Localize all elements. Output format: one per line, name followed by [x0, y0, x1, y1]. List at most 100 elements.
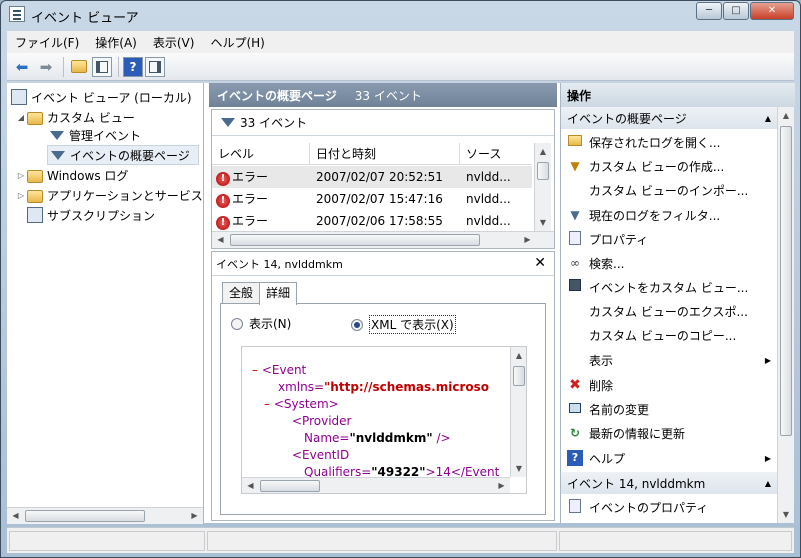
- actions-pane: 操作 イベントの概要ページ ▲ 保存されたログを開く... ▼ カスタム ビューの…: [560, 83, 795, 523]
- submenu-arrow-icon: ▶: [764, 453, 771, 463]
- action-label: 保存されたログを開く...: [589, 135, 721, 150]
- expanded-arrow-icon[interactable]: ◢: [15, 113, 27, 122]
- scroll-down-icon[interactable]: ▼: [535, 214, 551, 231]
- tree-item-admin-events[interactable]: 管理イベント: [49, 125, 141, 145]
- scroll-thumb[interactable]: [537, 162, 549, 180]
- scroll-up-icon[interactable]: ▲: [778, 107, 794, 124]
- folder-icon: [27, 169, 43, 183]
- radio-friendly-view[interactable]: 表示(N): [231, 315, 291, 332]
- event-detail-panel: イベント 14, nvlddmkm ✕ 全般 詳細 表示(N) XML で表示(…: [211, 251, 555, 521]
- tree-item-custom-views[interactable]: ◢ カスタム ビュー: [15, 107, 135, 127]
- xml-view[interactable]: – <Event xmlns="http://schemas.microso –…: [241, 346, 527, 494]
- action-filter-current-log[interactable]: ▼ 現在のログをフィルタ...: [561, 203, 777, 227]
- action-label: プロパティ: [589, 232, 649, 247]
- close-detail-icon[interactable]: ✕: [534, 255, 546, 271]
- action-export-custom-view[interactable]: カスタム ビューのエクスポ...: [561, 299, 777, 323]
- table-row[interactable]: ! エラー 2007/02/07 15:47:16 nvldd...: [212, 188, 532, 210]
- collapse-up-icon[interactable]: ▲: [765, 114, 771, 123]
- tree-item-root[interactable]: イベント ビューア (ローカル): [11, 87, 192, 107]
- xml-vertical-scrollbar[interactable]: ▲ ▼: [510, 347, 526, 477]
- tree-item-subscriptions[interactable]: サブスクリプション: [27, 205, 155, 225]
- scroll-right-icon[interactable]: ▶: [493, 478, 510, 493]
- help-icon[interactable]: ?: [123, 56, 143, 77]
- table-row[interactable]: ! エラー 2007/02/06 17:58:55 nvldd...: [212, 210, 532, 232]
- title-bar[interactable]: イベント ビューア ─ □ ✕: [1, 1, 800, 29]
- table-row[interactable]: ! エラー 2007/02/07 20:52:51 nvldd...: [212, 166, 532, 188]
- action-save-events-custom-view[interactable]: イベントをカスタム ビュー...: [561, 275, 777, 299]
- column-datetime[interactable]: 日付と時刻: [310, 143, 460, 164]
- folder-icon: [27, 111, 43, 125]
- scroll-down-icon[interactable]: ▼: [778, 506, 794, 523]
- menu-view[interactable]: 表示(V): [145, 34, 203, 51]
- scroll-right-icon[interactable]: ▶: [519, 232, 536, 248]
- tree-horizontal-scrollbar[interactable]: ◀ ▶: [7, 507, 203, 524]
- cell-datetime: 2007/02/07 15:47:16: [316, 192, 443, 206]
- action-find[interactable]: ∞ 検索...: [561, 251, 777, 275]
- scroll-up-icon[interactable]: ▲: [511, 347, 526, 364]
- filter-bar: 33 イベント: [212, 110, 554, 136]
- scroll-right-icon[interactable]: ▶: [186, 508, 203, 524]
- action-create-custom-view[interactable]: ▼ カスタム ビューの作成...: [561, 154, 777, 178]
- scroll-left-icon[interactable]: ◀: [7, 508, 24, 524]
- radio-xml-view[interactable]: XML で表示(X): [351, 315, 456, 334]
- actions-section-summary[interactable]: イベントの概要ページ ▲: [561, 107, 777, 129]
- menu-action[interactable]: 操作(A): [87, 34, 145, 51]
- subscriptions-icon: [27, 207, 43, 223]
- scroll-thumb[interactable]: [780, 126, 792, 436]
- column-level[interactable]: レベル: [212, 143, 310, 164]
- status-cell: [559, 531, 792, 551]
- forward-arrow-icon[interactable]: ➡: [35, 56, 57, 78]
- collapse-up-icon[interactable]: ▲: [765, 479, 771, 488]
- minimize-button[interactable]: ─: [696, 2, 722, 20]
- tab-general[interactable]: 全般: [222, 282, 261, 304]
- scroll-thumb[interactable]: [25, 510, 145, 522]
- close-button[interactable]: ✕: [750, 2, 794, 20]
- action-delete[interactable]: ✖ 削除: [561, 373, 777, 397]
- action-import-custom-view[interactable]: カスタム ビューのインポー...: [561, 178, 777, 202]
- xml-horizontal-scrollbar[interactable]: ◀ ▶: [242, 477, 510, 493]
- collapse-toggle[interactable]: –: [264, 397, 270, 411]
- scroll-up-icon[interactable]: ▲: [535, 143, 551, 160]
- center-pane: イベントの概要ページ 33 イベント 33 イベント レベル 日付と時刻 ソース…: [209, 83, 557, 523]
- menu-file[interactable]: ファイル(F): [7, 34, 87, 51]
- event-list-panel: 33 イベント レベル 日付と時刻 ソース ! エラー 2007/02/07 20…: [211, 109, 555, 249]
- event-viewer-app-icon: [9, 6, 25, 22]
- action-refresh[interactable]: ↻ 最新の情報に更新: [561, 421, 777, 445]
- scroll-thumb[interactable]: [230, 234, 480, 246]
- help-icon: ?: [567, 450, 583, 466]
- action-properties[interactable]: プロパティ: [561, 227, 777, 251]
- up-folder-icon[interactable]: [68, 56, 90, 78]
- radio-button[interactable]: [351, 318, 363, 331]
- collapsed-arrow-icon[interactable]: ▷: [15, 191, 27, 200]
- show-hide-action-pane-icon[interactable]: [145, 56, 165, 77]
- back-arrow-icon[interactable]: ⬅: [11, 56, 33, 78]
- scroll-left-icon[interactable]: ◀: [242, 478, 259, 493]
- event-list-vertical-scrollbar[interactable]: ▲ ▼: [534, 143, 551, 231]
- action-view[interactable]: 表示 ▶: [561, 348, 777, 372]
- tree-item-summary-page[interactable]: イベントの概要ページ: [47, 145, 199, 165]
- action-open-saved-log[interactable]: 保存されたログを開く...: [561, 130, 777, 154]
- action-event-properties[interactable]: イベントのプロパティ: [561, 495, 777, 519]
- show-hide-tree-icon[interactable]: [92, 56, 112, 77]
- collapsed-arrow-icon[interactable]: ▷: [15, 171, 27, 180]
- tree-item-app-services[interactable]: ▷ アプリケーションとサービス: [15, 185, 203, 205]
- action-copy-custom-view[interactable]: カスタム ビューのコピー...: [561, 323, 777, 347]
- scroll-thumb[interactable]: [513, 366, 525, 386]
- scroll-down-icon[interactable]: ▼: [511, 460, 526, 477]
- section-title: イベントの概要ページ: [567, 111, 687, 126]
- radio-button[interactable]: [231, 317, 243, 330]
- tab-details[interactable]: 詳細: [259, 282, 298, 305]
- actions-vertical-scrollbar[interactable]: ▲ ▼: [777, 107, 794, 523]
- tree-item-windows-logs[interactable]: ▷ Windows ログ: [15, 165, 128, 185]
- scroll-left-icon[interactable]: ◀: [212, 232, 229, 248]
- action-rename[interactable]: 名前の変更: [561, 397, 777, 421]
- cell-datetime: 2007/02/07 20:52:51: [316, 170, 443, 184]
- maximize-button[interactable]: □: [723, 2, 749, 20]
- scroll-thumb[interactable]: [260, 480, 320, 492]
- actions-section-event[interactable]: イベント 14, nvlddmkm ▲: [561, 472, 777, 494]
- menu-help[interactable]: ヘルプ(H): [202, 34, 272, 51]
- collapse-toggle[interactable]: –: [252, 363, 258, 377]
- event-list-horizontal-scrollbar[interactable]: ◀ ▶: [212, 231, 554, 248]
- column-source[interactable]: ソース: [460, 143, 532, 164]
- action-help[interactable]: ? ヘルプ ▶: [561, 446, 777, 470]
